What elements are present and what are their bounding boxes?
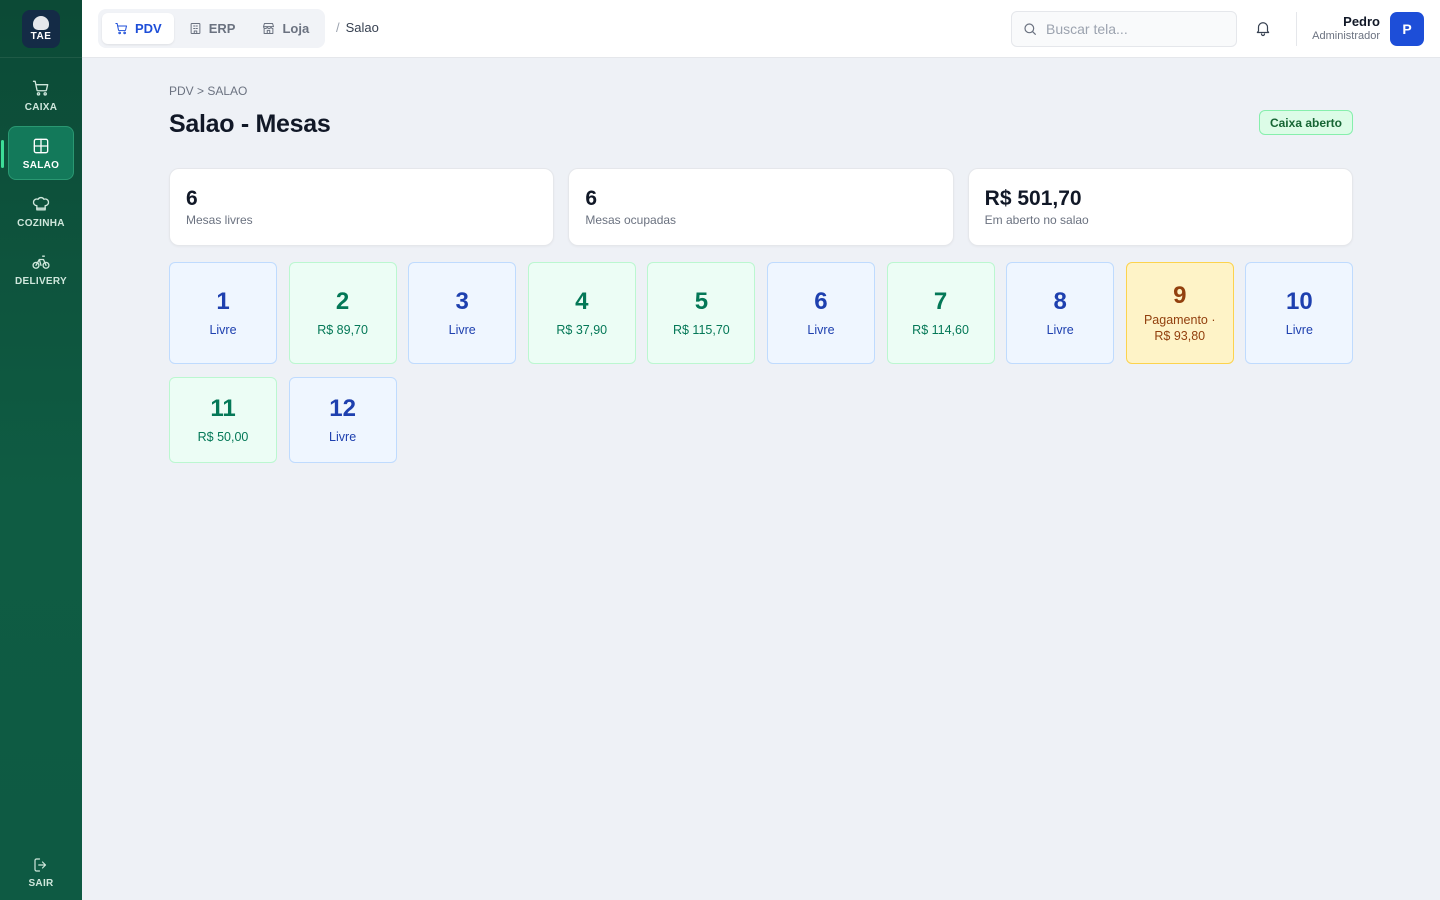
table-number: 6: [814, 288, 828, 315]
table-number: 7: [933, 288, 948, 315]
logo-text: TAE: [30, 31, 52, 42]
module-switcher: PDV ERP Loja: [98, 9, 326, 48]
table-status: Livre: [1046, 323, 1074, 337]
sidebar-item-salao[interactable]: SALAO: [1, 126, 74, 180]
table-card-11[interactable]: 11 R$ 50,00: [169, 377, 277, 463]
sidebar-nav: CAIXA SALAO COZINHA DELIVERY: [0, 68, 82, 300]
bell-icon: [1256, 22, 1270, 37]
logo-divider: [0, 57, 82, 58]
building-icon: [190, 23, 201, 34]
breadcrumb-separator: /: [336, 20, 340, 35]
table-number: 8: [1053, 288, 1067, 315]
logout-icon: [34, 857, 47, 872]
table-status: Livre: [807, 323, 835, 337]
module-tab-pdv[interactable]: PDV: [102, 13, 174, 44]
page-title: Salao - Mesas: [169, 110, 331, 138]
logout-button[interactable]: SAIR: [8, 852, 74, 892]
sidebar-item-caixa[interactable]: CAIXA: [8, 68, 74, 122]
sidebar-item-label: CAIXA: [24, 101, 58, 113]
table-number: 9: [1173, 282, 1187, 309]
store-icon: [263, 23, 275, 34]
table-card-9[interactable]: 9 Pagamento · R$ 93,80: [1125, 262, 1234, 364]
user-info: Pedro Administrador: [1312, 14, 1380, 42]
stats-row: 6 Mesas livres 6 Mesas ocupadas R$ 501,7…: [169, 168, 1353, 246]
user-role: Administrador: [1312, 30, 1380, 42]
table-status: Livre: [448, 323, 476, 337]
search-input[interactable]: [1046, 21, 1216, 37]
table-status: R$ 89,70: [317, 323, 368, 337]
table-card-6[interactable]: 6 Livre: [766, 262, 875, 364]
module-tab-label: Loja: [282, 21, 310, 36]
table-card-5[interactable]: 5 R$ 115,70: [647, 262, 756, 364]
sidebar-item-label: SALAO: [22, 159, 60, 171]
stat-value: 6: [186, 187, 198, 210]
logo[interactable]: TAE: [22, 10, 60, 48]
table-status: R$ 50,00: [197, 430, 249, 444]
logout-label: SAIR: [28, 877, 54, 889]
table-number: 1: [216, 288, 230, 315]
sidebar-item-cozinha[interactable]: COZINHA: [8, 184, 74, 238]
table-status: Livre: [209, 323, 237, 337]
table-status: Livre: [329, 430, 357, 444]
notifications-button[interactable]: [1254, 19, 1274, 39]
topbar-breadcrumb: / Salao: [336, 20, 379, 35]
table-card-3[interactable]: 3 Livre: [408, 262, 517, 364]
table-number: 10: [1285, 288, 1313, 315]
table-number: 2: [335, 288, 350, 315]
table-status: Pagamento · R$ 93,80: [1143, 313, 1216, 343]
sidebar-item-label: DELIVERY: [14, 275, 68, 287]
stat-label: Em aberto no salao: [984, 213, 1089, 227]
chef-hat-icon: [32, 196, 50, 210]
avatar[interactable]: P: [1390, 12, 1424, 46]
module-tab-label: PDV: [135, 21, 162, 36]
table-card-1[interactable]: 1 Livre: [169, 262, 277, 364]
breadcrumb: PDV > SALAO: [169, 84, 248, 98]
table-card-12[interactable]: 12 Livre: [288, 377, 397, 463]
topbar-current-page: Salao: [345, 20, 379, 35]
table-card-8[interactable]: 8 Livre: [1006, 262, 1115, 364]
stat-label: Mesas livres: [186, 213, 253, 227]
sidebar: TAE CAIXA SALAO COZINHA DELIVERY SAIR: [0, 0, 82, 900]
table-number: 3: [455, 288, 469, 315]
logo-mascot-icon: [33, 16, 49, 30]
stat-card-occupied: 6 Mesas ocupadas: [568, 168, 954, 246]
cart-icon: [32, 80, 49, 96]
stat-value: 6: [585, 187, 598, 210]
topbar: PDV ERP Loja /Salao Pedro Administrador …: [82, 0, 1440, 58]
tables-grid: 1 Livre 2 R$ 89,70 3 Livre 4 R$ 37,90 5 R$ 115,70…: [169, 262, 1354, 463]
title-row: Salao - Mesas Caixa aberto: [169, 104, 1353, 144]
stat-card-free: 6 Mesas livres: [169, 168, 555, 246]
table-card-2[interactable]: 2 R$ 89,70: [288, 262, 397, 364]
grid-icon: [33, 138, 49, 153]
user-name: Pedro: [1343, 14, 1380, 29]
sidebar-item-delivery[interactable]: DELIVERY: [8, 242, 74, 296]
table-status: R$ 115,70: [672, 323, 730, 337]
module-tab-erp[interactable]: ERP: [176, 13, 248, 44]
table-status: R$ 114,60: [912, 323, 969, 337]
stat-label: Mesas ocupadas: [585, 213, 677, 227]
search-box: [1011, 11, 1237, 47]
search-icon: [1024, 23, 1036, 35]
module-tab-label: ERP: [208, 21, 236, 36]
table-card-10[interactable]: 10 Livre: [1245, 262, 1354, 364]
status-badge: Caixa aberto: [1258, 110, 1353, 135]
table-number: 11: [210, 395, 236, 422]
table-status: Livre: [1285, 323, 1313, 337]
table-number: 4: [575, 288, 589, 315]
stat-value: R$ 501,70: [984, 187, 1082, 210]
table-card-4[interactable]: 4 R$ 37,90: [527, 262, 636, 364]
module-tab-loja[interactable]: Loja: [249, 13, 321, 44]
table-number: 12: [329, 395, 356, 422]
table-number: 5: [694, 288, 709, 315]
main-content: PDV > SALAO Salao - Mesas Caixa aberto 6…: [169, 58, 1354, 463]
table-card-7[interactable]: 7 R$ 114,60: [886, 262, 995, 364]
table-status: R$ 37,90: [556, 323, 608, 337]
cart-icon: [115, 23, 127, 35]
stat-card-open-amount: R$ 501,70 Em aberto no salao: [967, 168, 1353, 246]
topbar-divider: [1296, 12, 1297, 46]
sidebar-item-label: COZINHA: [17, 217, 65, 229]
bicycle-icon: [32, 255, 50, 269]
